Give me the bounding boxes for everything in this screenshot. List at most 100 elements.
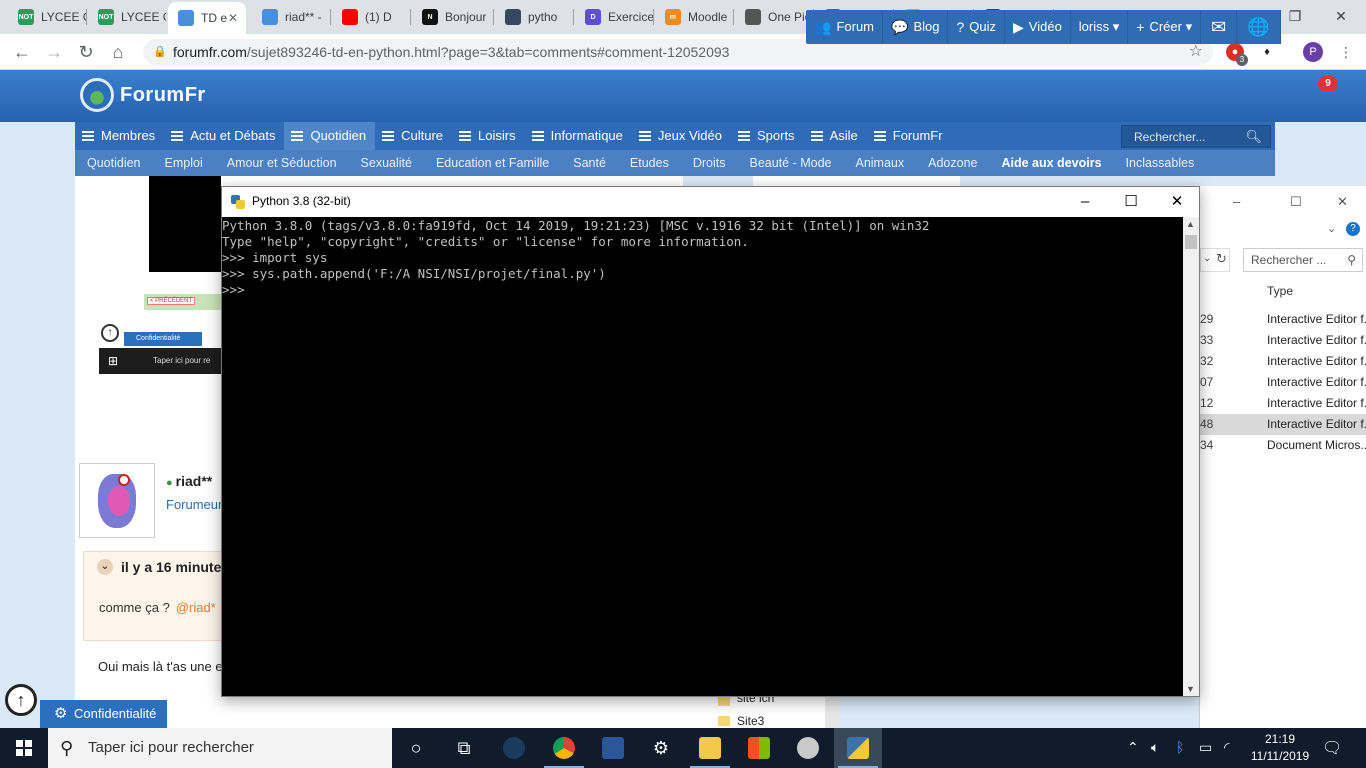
- python-close-button[interactable]: ✕: [1154, 187, 1200, 217]
- word-icon[interactable]: [589, 728, 637, 768]
- profile-avatar[interactable]: P: [1303, 42, 1323, 62]
- chrome-icon[interactable]: [540, 728, 588, 768]
- subcategory-link[interactable]: Amour et Séduction: [215, 150, 349, 176]
- post-author[interactable]: ● riad**: [166, 473, 212, 489]
- python-window-titlebar[interactable]: Python 3.8 (32-bit) – ☐ ✕: [222, 187, 1199, 217]
- nav-video[interactable]: ▶ Vidéo: [1005, 10, 1071, 44]
- browser-close-button[interactable]: ✕: [1318, 4, 1364, 28]
- bluetooth-icon[interactable]: ᛒ: [1176, 739, 1184, 755]
- console-scrollbar[interactable]: ▲ ▼: [1183, 217, 1199, 696]
- explorer-scrollbar[interactable]: [825, 696, 840, 728]
- pin-extension-icon[interactable]: ♦: [1258, 43, 1276, 61]
- subcategory-link[interactable]: Quotidien: [75, 150, 153, 176]
- browser-tab[interactable]: m Moodle: [655, 4, 733, 30]
- nav-create[interactable]: + Créer ▾: [1128, 10, 1202, 44]
- category-informatique[interactable]: Informatique: [525, 122, 632, 150]
- subcategory-link[interactable]: Inclassables: [1114, 150, 1207, 176]
- avatar[interactable]: [79, 463, 155, 538]
- explorer-expand-icon[interactable]: ⌄: [1327, 222, 1336, 235]
- browser-tab[interactable]: One Pie: [735, 4, 813, 30]
- subcategory-link[interactable]: Beauté - Mode: [737, 150, 843, 176]
- subcategory-link[interactable]: Etudes: [618, 150, 681, 176]
- subcategory-link[interactable]: Emploi: [153, 150, 215, 176]
- chevron-up-icon[interactable]: ⌃: [1127, 739, 1139, 756]
- subcategory-link[interactable]: Droits: [681, 150, 738, 176]
- privacy-button[interactable]: ⚙ Confidentialité: [40, 700, 167, 728]
- refresh-icon[interactable]: ↻: [1216, 251, 1227, 267]
- file-row[interactable]: 48 Interactive Editor f...: [1200, 414, 1366, 435]
- column-header-type[interactable]: Type: [1267, 284, 1293, 298]
- subcategory-link[interactable]: Education et Famille: [424, 150, 561, 176]
- browser-tab[interactable]: TD e ✕: [168, 2, 246, 34]
- subcategory-link[interactable]: Adozone: [916, 150, 989, 176]
- nav-notifications[interactable]: 🌐: [1237, 10, 1281, 44]
- scroll-to-top-button[interactable]: ↑: [5, 684, 37, 716]
- action-center-icon[interactable]: 🗨︎: [1322, 738, 1342, 758]
- forum-search-input[interactable]: Rechercher... 🔍︎: [1121, 125, 1271, 148]
- help-icon[interactable]: ?: [1346, 222, 1360, 236]
- volume-icon[interactable]: 🔈︎: [1151, 739, 1159, 756]
- subcategory-link[interactable]: Santé: [561, 150, 618, 176]
- browser-tab[interactable]: NOT LYCEE G: [8, 4, 86, 30]
- back-icon[interactable]: ←: [10, 40, 34, 64]
- post-author-name[interactable]: riad**: [176, 473, 213, 489]
- file-row[interactable]: 07 Interactive Editor f...: [1200, 372, 1366, 393]
- console-scroll-thumb[interactable]: [1185, 235, 1197, 249]
- explorer-search-input[interactable]: Rechercher ... ⚲: [1243, 248, 1363, 272]
- system-clock[interactable]: 21:19 11/11/2019: [1249, 731, 1311, 765]
- subcategory-link[interactable]: Sexualité: [349, 150, 424, 176]
- python-taskbar-icon[interactable]: [834, 728, 882, 768]
- chevron-down-icon[interactable]: ⌄: [97, 559, 113, 575]
- nav-quiz[interactable]: ? Quiz: [948, 10, 1005, 44]
- explorer-address-bar[interactable]: ⌄ ↻: [1200, 248, 1230, 272]
- category-sports[interactable]: Sports: [731, 122, 804, 150]
- taskbar-search-box[interactable]: ⚲ Taper ici pour rechercher: [48, 728, 392, 768]
- store-icon[interactable]: [735, 728, 783, 768]
- file-row[interactable]: 33 Interactive Editor f...: [1200, 330, 1366, 351]
- category-forumfr[interactable]: ForumFr: [867, 122, 952, 150]
- explorer-maximize-button[interactable]: ☐: [1290, 194, 1302, 210]
- cortana-icon[interactable]: ○: [392, 728, 440, 768]
- category-jeux-vid-o[interactable]: Jeux Vidéo: [632, 122, 731, 150]
- category-quotidien[interactable]: Quotidien: [284, 122, 376, 150]
- browser-tab[interactable]: riad** -: [252, 4, 330, 30]
- browser-tab[interactable]: NOT LYCEE G: [88, 4, 166, 30]
- search-icon[interactable]: 🔍︎: [1245, 126, 1262, 148]
- file-explorer-icon[interactable]: [686, 728, 734, 768]
- browser-tab[interactable]: D Exercice: [575, 4, 653, 30]
- category-culture[interactable]: Culture: [375, 122, 452, 150]
- file-row[interactable]: 32 Interactive Editor f...: [1200, 351, 1366, 372]
- explorer-close-button[interactable]: ✕: [1337, 194, 1348, 210]
- forward-icon[interactable]: →: [42, 40, 66, 64]
- file-row[interactable]: 12 Interactive Editor f...: [1200, 393, 1366, 414]
- browser-tab[interactable]: N Bonjour: [412, 4, 490, 30]
- category-actu-et-d-bats[interactable]: Actu et Débats: [164, 122, 284, 150]
- task-view-icon[interactable]: ⧉: [440, 728, 488, 768]
- nav-blog[interactable]: 💬 Blog: [883, 10, 949, 44]
- wifi-icon[interactable]: ◜: [1224, 739, 1229, 756]
- explorer-minimize-button[interactable]: –: [1233, 194, 1240, 209]
- settings-gear-icon[interactable]: ⚙: [637, 728, 685, 768]
- forum-logo[interactable]: ForumFr: [80, 78, 206, 112]
- comment-mention-link[interactable]: @riad*: [176, 600, 216, 615]
- python-minimize-button[interactable]: –: [1062, 187, 1108, 217]
- browser-tab[interactable]: pytho: [495, 4, 573, 30]
- category-loisirs[interactable]: Loisirs: [452, 122, 525, 150]
- browser-tab[interactable]: (1) D: [332, 4, 410, 30]
- home-icon[interactable]: ⌂: [106, 40, 130, 64]
- folder-item[interactable]: Site3: [737, 714, 764, 728]
- nav-forum[interactable]: 👥 Forum: [806, 10, 883, 44]
- battery-icon[interactable]: ▭: [1199, 739, 1212, 756]
- subcategory-link[interactable]: Aide aux devoirs: [989, 150, 1113, 176]
- category-membres[interactable]: Membres: [75, 122, 164, 150]
- python-maximize-button[interactable]: ☐: [1108, 187, 1154, 217]
- steam-icon[interactable]: [490, 728, 538, 768]
- file-row[interactable]: 34 Document Micros...: [1200, 435, 1366, 456]
- console-prompt-line[interactable]: >>>: [222, 282, 1183, 298]
- paint-icon[interactable]: [784, 728, 832, 768]
- tab-close-icon[interactable]: ✕: [228, 11, 238, 25]
- scroll-up-icon[interactable]: ▲: [1186, 219, 1195, 229]
- menu-kebab-icon[interactable]: ⋮: [1337, 43, 1355, 61]
- file-row[interactable]: 29 Interactive Editor f...: [1200, 309, 1366, 330]
- scroll-down-icon[interactable]: ▼: [1186, 684, 1195, 694]
